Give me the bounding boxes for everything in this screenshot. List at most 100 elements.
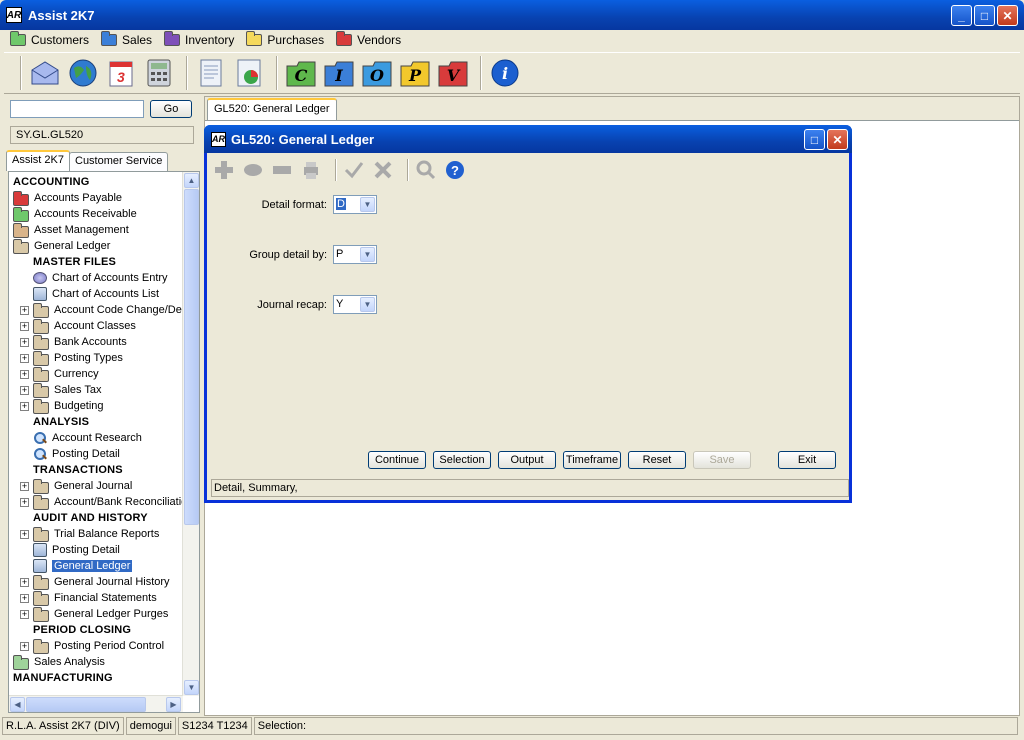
tree-item[interactable]: + Account Classes (20, 318, 136, 334)
folder-icon (336, 31, 353, 46)
expand-icon[interactable]: + (20, 593, 29, 603)
tree-item[interactable]: Accounts Receivable (13, 206, 137, 222)
print-icon[interactable] (300, 159, 322, 181)
expand-icon[interactable]: + (20, 401, 29, 411)
globe-icon[interactable] (66, 56, 100, 90)
maximize-button[interactable]: □ (974, 5, 995, 26)
chevron-down-icon[interactable]: ▼ (360, 197, 375, 212)
module-v-icon[interactable]: V (436, 56, 470, 90)
tree-item[interactable]: + Trial Balance Reports (20, 526, 159, 542)
tree-horizontal-scrollbar[interactable]: ◀ ▶ (9, 695, 183, 712)
chevron-down-icon[interactable]: ▼ (360, 247, 375, 262)
tree-item[interactable]: + Account/Bank Reconciliatio (20, 494, 187, 510)
folder-icon (13, 190, 29, 206)
timeframe-button[interactable]: Timeframe (563, 451, 621, 469)
scroll-right-icon[interactable]: ▶ (166, 697, 181, 712)
expand-icon[interactable]: + (20, 481, 29, 491)
expand-icon[interactable]: + (20, 497, 29, 507)
expand-icon[interactable]: + (20, 369, 29, 379)
scroll-left-icon[interactable]: ◀ (10, 697, 25, 712)
tab-gl520[interactable]: GL520: General Ledger (207, 98, 337, 120)
toolbar-separator (20, 56, 22, 90)
menu-sales[interactable]: Sales (101, 31, 152, 47)
tree-item[interactable]: + General Ledger Purges (20, 606, 168, 622)
group-detail-select[interactable]: P ▼ (333, 245, 377, 264)
tree-item[interactable]: + Posting Types (20, 350, 123, 366)
expand-icon[interactable]: + (20, 577, 29, 587)
selection-button[interactable]: Selection (433, 451, 491, 469)
go-button[interactable]: Go (150, 100, 192, 118)
tree-item[interactable]: + Account Code Change/Dele (20, 302, 190, 318)
tree-item[interactable]: + General Journal History (20, 574, 170, 590)
dialog-close-button[interactable]: ✕ (827, 129, 848, 150)
dialog-title: GL520: General Ledger (231, 131, 375, 147)
expand-icon[interactable]: + (20, 305, 29, 315)
tree-item[interactable]: + Budgeting (20, 398, 104, 414)
exit-button[interactable]: Exit (778, 451, 836, 469)
tab-customer-service[interactable]: Customer Service (69, 152, 169, 171)
info-icon[interactable]: i (488, 56, 522, 90)
menu-purchases[interactable]: Purchases (246, 31, 324, 47)
tree-item[interactable]: General Ledger (33, 558, 133, 574)
module-c-icon[interactable]: C (284, 56, 318, 90)
help-icon[interactable]: ? (444, 159, 466, 181)
delete-icon[interactable] (271, 159, 293, 181)
reset-button[interactable]: Reset (628, 451, 686, 469)
menu-customers[interactable]: Customers (10, 31, 89, 47)
journal-recap-select[interactable]: Y ▼ (333, 295, 377, 314)
report-icon[interactable] (194, 56, 228, 90)
expand-icon[interactable]: + (20, 337, 29, 347)
tree-item[interactable]: + Sales Tax (20, 382, 102, 398)
chevron-down-icon[interactable]: ▼ (360, 297, 375, 312)
mail-icon[interactable] (28, 56, 62, 90)
expand-icon[interactable]: + (20, 641, 29, 651)
scroll-thumb[interactable] (26, 697, 146, 712)
scroll-down-icon[interactable]: ▼ (184, 680, 199, 695)
tree-item[interactable]: General Ledger (13, 238, 110, 254)
expand-icon[interactable]: + (20, 385, 29, 395)
tree-vertical-scrollbar[interactable]: ▲ ▼ (182, 172, 199, 696)
tree-item-label: Accounts Payable (34, 192, 123, 204)
module-o-icon[interactable]: O (360, 56, 394, 90)
tree-item[interactable]: Posting Detail (33, 446, 120, 462)
tree-item[interactable]: Asset Management (13, 222, 129, 238)
tree-item[interactable]: Chart of Accounts Entry (33, 270, 168, 286)
search-icon[interactable] (415, 159, 437, 181)
tree-item[interactable]: Accounts Payable (13, 190, 122, 206)
tree-item[interactable]: Chart of Accounts List (33, 286, 159, 302)
expand-icon[interactable]: + (20, 353, 29, 363)
search-input[interactable] (10, 100, 144, 118)
tree-item[interactable]: + Bank Accounts (20, 334, 127, 350)
tree-item[interactable]: Account Research (33, 430, 142, 446)
chart-icon[interactable] (232, 56, 266, 90)
minimize-button[interactable]: _ (951, 5, 972, 26)
module-i-icon[interactable]: I (322, 56, 356, 90)
tree-item[interactable]: + General Journal (20, 478, 132, 494)
tree-item[interactable]: + Posting Period Control (20, 638, 164, 654)
continue-button[interactable]: Continue (368, 451, 426, 469)
tree-item-label: General Ledger Purges (54, 608, 169, 620)
add-icon[interactable] (213, 159, 235, 181)
cancel-icon[interactable] (372, 159, 394, 181)
tree-item[interactable]: Posting Detail (33, 542, 120, 558)
menu-inventory[interactable]: Inventory (164, 31, 234, 47)
scroll-thumb[interactable] (184, 189, 199, 525)
module-p-icon[interactable]: P (398, 56, 432, 90)
expand-icon[interactable]: + (20, 529, 29, 539)
close-button[interactable]: ✕ (997, 5, 1018, 26)
tree-item[interactable]: + Currency (20, 366, 99, 382)
detail-format-select[interactable]: D ▼ (333, 195, 377, 214)
scroll-up-icon[interactable]: ▲ (184, 173, 199, 188)
expand-icon[interactable]: + (20, 609, 29, 619)
tree-item[interactable]: + Financial Statements (20, 590, 157, 606)
output-button[interactable]: Output (498, 451, 556, 469)
tab-assist-2k7[interactable]: Assist 2K7 (6, 150, 70, 171)
calendar-icon[interactable]: 3 (104, 56, 138, 90)
expand-icon[interactable]: + (20, 321, 29, 331)
dialog-maximize-button[interactable]: □ (804, 129, 825, 150)
check-icon[interactable] (343, 159, 365, 181)
tree-item[interactable]: Sales Analysis (13, 654, 105, 670)
menu-vendors[interactable]: Vendors (336, 31, 401, 47)
calculator-icon[interactable] (142, 56, 176, 90)
edit-icon[interactable] (242, 159, 264, 181)
